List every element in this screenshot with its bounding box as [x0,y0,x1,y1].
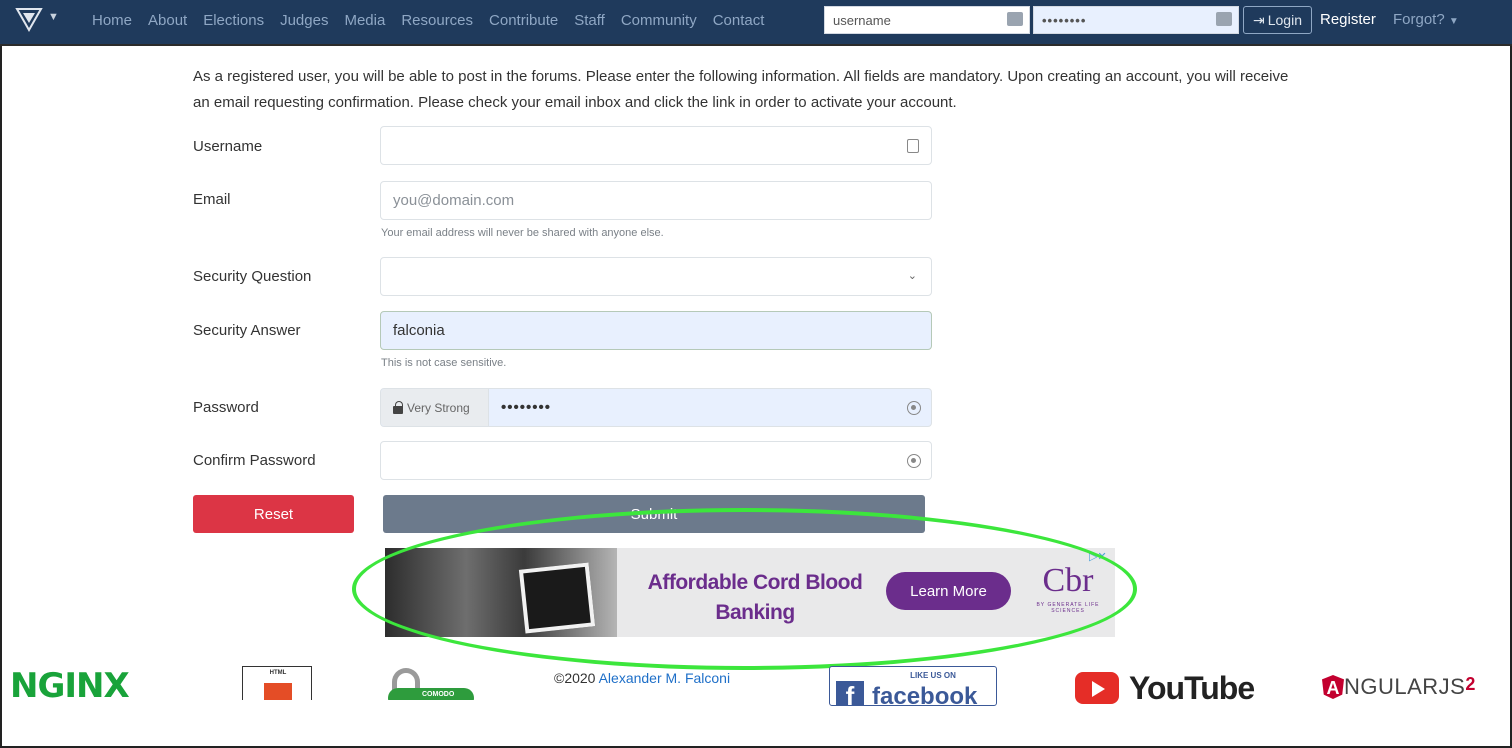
comodo-label: COMODO [388,688,474,700]
nav-media-link[interactable]: Media [344,12,385,29]
navbar: ▼ Home About Elections Judges Media Reso… [0,0,1512,46]
copyright-prefix: ©2020 [554,670,599,686]
angularjs-logo[interactable]: A NGULARJS2 [1322,674,1475,704]
autofill-key-icon[interactable] [907,139,919,153]
lock-icon [393,400,403,414]
login-button[interactable]: ⇥ Login [1243,6,1312,34]
facebook-badge[interactable]: f LIKE US ON facebook [829,666,997,706]
angular-version: 2 [1465,674,1476,694]
ad-learn-more-button[interactable]: Learn More [886,572,1011,610]
forgot-dropdown[interactable]: Forgot? ▼ [1393,11,1459,28]
comodo-secure-badge[interactable]: COMODO [388,668,474,700]
email-hint: Your email address will never be shared … [381,227,664,239]
password-strength-text: Very Strong [407,400,470,415]
username-input[interactable] [380,126,932,165]
security-answer-label: Security Answer [193,322,301,339]
security-answer-input[interactable]: falconia [380,311,932,350]
forgot-label: Forgot? [1393,11,1445,28]
registration-intro-text: As a registered user, you will be able t… [193,68,1289,111]
nav-about-link[interactable]: About [148,12,187,29]
password-input[interactable]: Very Strong •••••••• [380,388,932,427]
angular-shield-icon: A [1322,675,1344,699]
html5-badge-text: HTML [269,670,287,676]
password-autofill-icon[interactable] [1216,12,1232,26]
email-placeholder: you@domain.com [393,192,515,209]
login-button-label: Login [1267,12,1302,28]
angular-wordmark: NGULARJS [1344,674,1466,699]
password-label: Password [193,399,259,416]
advertisement-banner[interactable]: Affordable Cord Blood Banking Learn More… [385,548,1115,637]
nav-judges-link[interactable]: Judges [280,12,328,29]
facebook-f-icon: f [836,681,864,705]
main-nav: Home About Elections Judges Media Resour… [92,0,780,40]
username-autofill-icon[interactable] [1007,12,1023,26]
nginx-logo[interactable]: NGINX [10,666,130,700]
nav-resources-link[interactable]: Resources [401,12,473,29]
ultrasound-image [518,562,596,634]
site-logo-icon[interactable] [14,6,44,32]
html5-shield-icon [264,683,292,700]
ad-brand-logo: Cbr [1042,562,1094,599]
logo-menu-caret-icon[interactable]: ▼ [48,11,59,23]
nav-home-link[interactable]: Home [92,12,132,29]
security-answer-value: falconia [393,322,445,339]
youtube-wordmark: YouTube [1129,672,1255,706]
author-link[interactable]: Alexander M. Falconi [599,670,731,686]
password-value: •••••••• [501,399,552,416]
username-label: Username [193,138,263,155]
nav-username-input[interactable]: username [824,6,1030,34]
security-answer-hint: This is not case sensitive. [381,357,507,369]
chevron-down-icon: ⌄ [907,270,917,282]
nav-staff-link[interactable]: Staff [574,12,605,29]
reset-button[interactable]: Reset [193,495,354,533]
facebook-like-text: LIKE US ON [910,671,956,680]
nav-contribute-link[interactable]: Contribute [489,12,558,29]
password-strength-addon: Very Strong [381,389,489,426]
email-input[interactable]: you@domain.com [380,181,932,220]
copyright-text: ©2020 Alexander M. Falconi [554,670,730,686]
show-password-icon[interactable] [907,401,921,415]
facebook-wordmark: facebook [872,683,978,706]
ad-headline: Affordable Cord Blood Banking [647,571,863,624]
submit-button[interactable]: Submit [383,495,925,533]
youtube-play-icon [1075,672,1119,704]
ad-brand-subtitle: BY GENERATE LIFE SCIENCES [1036,602,1100,614]
nav-contact-link[interactable]: Contact [713,12,765,29]
login-arrow-icon: ⇥ [1253,11,1265,28]
ad-photo-hands-ultrasound [385,548,617,637]
nav-community-link[interactable]: Community [621,12,697,29]
email-label: Email [193,191,231,208]
confirm-password-input[interactable] [380,441,932,480]
nav-elections-link[interactable]: Elections [203,12,264,29]
adchoices-icon[interactable]: ▷✕ [1089,550,1107,563]
footer-logos: NGINX HTML COMODO [0,660,1512,700]
register-link[interactable]: Register [1320,11,1376,28]
html5-badge[interactable]: HTML [242,666,312,700]
show-password-icon[interactable] [907,454,921,468]
security-question-select[interactable]: ⌄ [380,257,932,296]
chevron-down-icon: ▼ [1448,16,1459,27]
nav-password-input[interactable]: •••••••• [1033,6,1239,34]
confirm-password-label: Confirm Password [193,452,316,469]
security-question-label: Security Question [193,268,312,285]
youtube-logo[interactable]: YouTube [1075,672,1275,708]
